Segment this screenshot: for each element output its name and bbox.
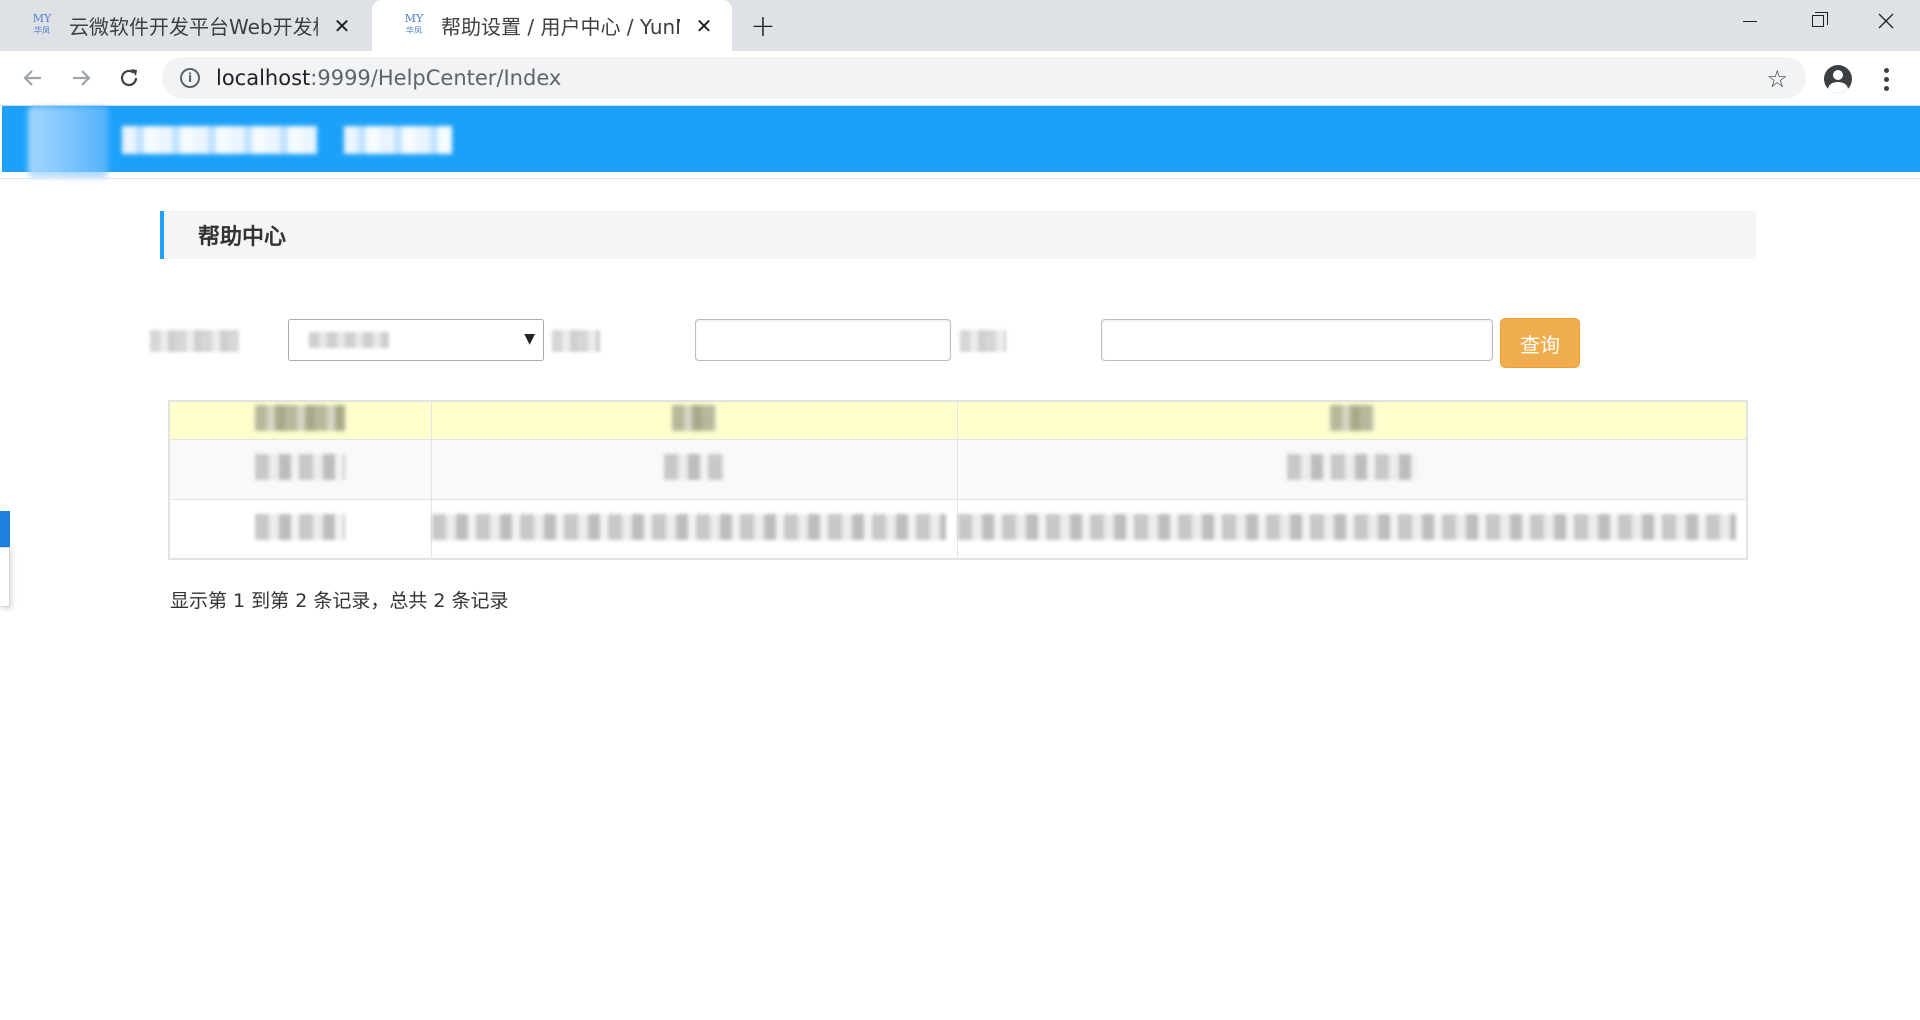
restore-icon [1812,12,1828,27]
side-panel-tab[interactable] [0,511,10,547]
site-favicon-icon: MY 华凤 [32,11,52,35]
app-brand-subtitle [344,126,452,154]
app-brand-name [122,126,317,154]
forward-button[interactable] [64,61,98,95]
tab-strip: MY 华凤 云微软件开发平台Web开发框架 ✕ MY 华凤 帮助设置 / 用户中… [0,0,1920,51]
query-button[interactable]: 查询 [1500,318,1580,368]
side-panel-edge[interactable] [0,547,10,607]
filter-label-title [552,330,600,352]
close-icon [1878,13,1894,29]
more-menu-icon[interactable] [1872,65,1900,93]
url-text[interactable]: localhost:9999/HelpCenter/Index [216,66,561,90]
help-table [168,400,1748,560]
table-row[interactable] [168,438,1748,500]
address-bar[interactable]: i localhost:9999/HelpCenter/Index ☆ [162,57,1806,99]
close-window-button[interactable] [1852,0,1920,42]
table-cell [956,438,1748,500]
new-tab-button[interactable]: + [748,9,778,44]
profile-avatar-icon[interactable] [1824,65,1852,93]
site-favicon-icon: MY 华凤 [404,11,424,35]
reload-icon [120,69,138,87]
page-title: 帮助中心 [160,211,1756,259]
minimize-window-button[interactable] [1716,0,1784,42]
table-cell [430,438,958,500]
column-header[interactable] [430,400,958,440]
minimize-icon [1743,20,1757,22]
restore-window-button[interactable] [1784,0,1852,42]
table-cell [168,498,432,560]
category-select-value [309,332,389,348]
category-select[interactable]: ▼ [288,319,544,361]
browser-tab-2[interactable]: MY 华凤 帮助设置 / 用户中心 / YunMFra ✕ [372,0,732,51]
table-cell [168,438,432,500]
arrow-right-icon [73,70,91,86]
title-input[interactable] [695,319,951,361]
table-header-row [168,400,1748,440]
app-logo[interactable] [28,106,108,178]
app-header [2,106,1920,178]
column-header[interactable] [168,400,432,440]
table-cell [430,498,958,560]
bookmark-star-icon[interactable]: ☆ [1766,65,1788,93]
chevron-down-icon: ▼ [524,331,535,347]
back-button[interactable] [16,61,50,95]
browser-toolbar: i localhost:9999/HelpCenter/Index ☆ [0,51,1920,106]
info-icon[interactable]: i [180,68,200,88]
tab-title: 云微软件开发平台Web开发框架 [69,15,318,39]
tab-title: 帮助设置 / 用户中心 / YunMFra [441,15,680,39]
table-row[interactable] [168,498,1748,560]
filter-label-content [960,330,1006,352]
header-divider [0,178,1920,179]
filter-label-category [150,330,240,352]
reload-button[interactable] [112,61,146,95]
pagination-info: 显示第 1 到第 2 条记录，总共 2 条记录 [170,590,509,612]
column-header[interactable] [956,400,1748,440]
table-cell [956,498,1748,560]
arrow-left-icon [23,70,41,86]
content-input[interactable] [1101,319,1493,361]
browser-tab-1[interactable]: MY 华凤 云微软件开发平台Web开发框架 ✕ [0,0,370,51]
page-content: 帮助中心 ▼ 查询 显示第 1 到第 2 条记录，总共 2 条记录 [0,106,1920,1020]
close-tab-icon[interactable]: ✕ [330,14,354,38]
close-tab-icon[interactable]: ✕ [692,14,716,38]
